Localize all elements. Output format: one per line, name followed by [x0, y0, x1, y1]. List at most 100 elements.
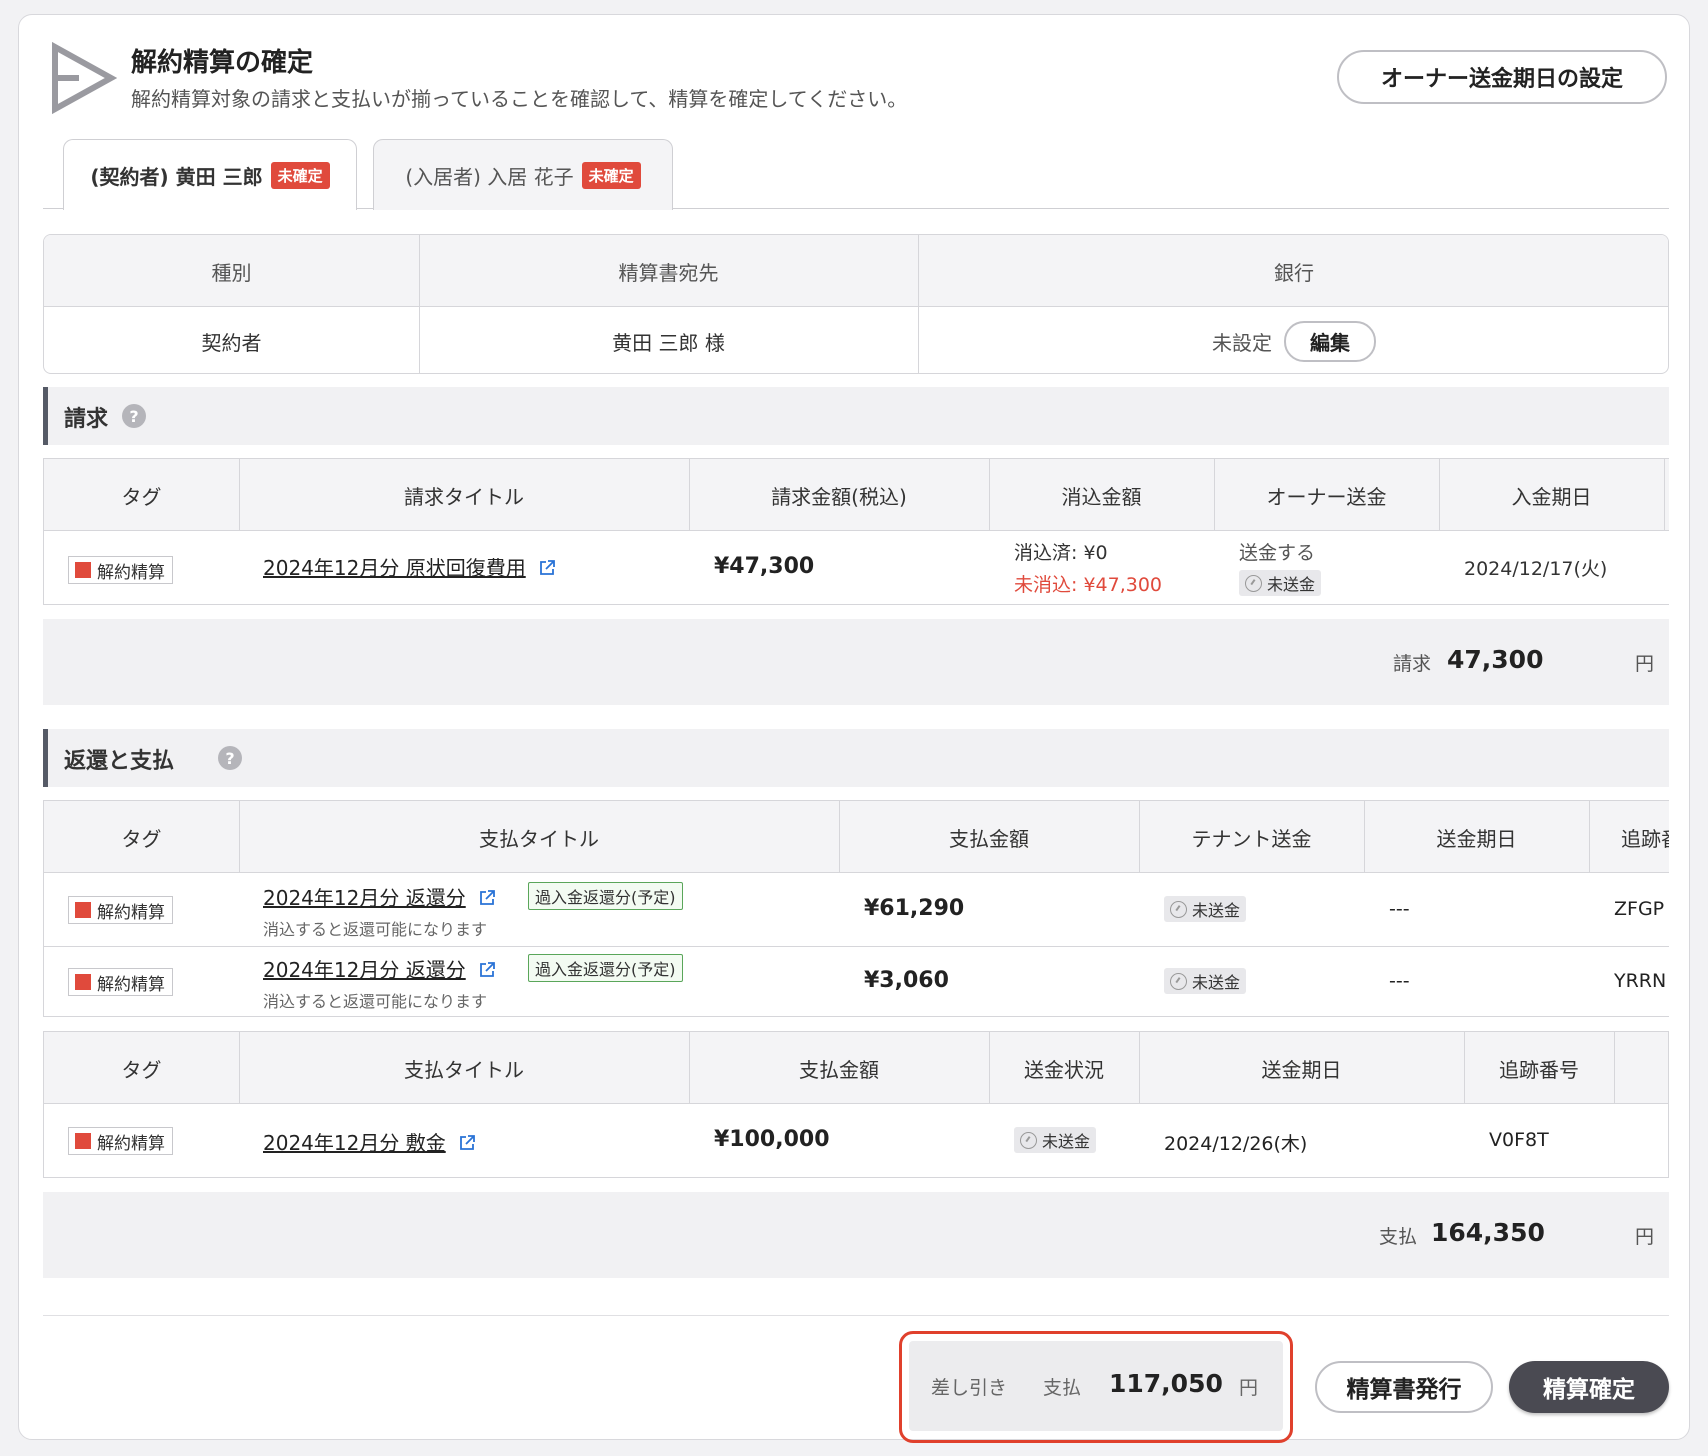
- billing-total-label: 請求: [1393, 653, 1432, 675]
- payment-total-value: 164,350: [1431, 1218, 1545, 1247]
- header-remittance-date: 送金期日: [1436, 826, 1517, 851]
- yen-unit: 円: [1635, 653, 1655, 675]
- confirm-settlement-button[interactable]: 精算確定: [1509, 1361, 1669, 1413]
- header-billing-title: 請求タイトル: [404, 484, 524, 509]
- overpayment-refund-badge: 過入金返還分(予定): [528, 954, 683, 982]
- refund-title-link[interactable]: 2024年12月分 返還分: [263, 882, 496, 911]
- payment-amount: ¥100,000: [714, 1127, 830, 1152]
- table-row: 解約精算 2024年12月分 返還分 過入金返還分(予定) 消込すると返還可能に…: [44, 947, 1669, 1016]
- clock-icon: [1170, 972, 1187, 990]
- header-payment-amount: 支払金額: [799, 1057, 879, 1082]
- tracking-number: ZFGP: [1614, 898, 1665, 920]
- refund-title-link[interactable]: 2024年12月分 返還分: [263, 954, 496, 983]
- tab-contractor[interactable]: (契約者) 黄田 三郎 未確定: [63, 139, 357, 210]
- billing-amount: ¥47,300: [714, 554, 815, 579]
- header-tag: タグ: [121, 484, 162, 509]
- tag-chip: 解約精算: [68, 968, 173, 996]
- payment-amount: ¥61,290: [864, 896, 965, 921]
- header-payment-amount: 支払金額: [949, 826, 1029, 851]
- header-remittance-status: 送金状況: [1024, 1057, 1104, 1082]
- issue-statement-button[interactable]: 精算書発行: [1315, 1361, 1493, 1413]
- table-row: 解約精算 2024年12月分 原状回復費用 ¥47,300 消込済: ¥0 未消…: [44, 532, 1669, 604]
- unconfirmed-badge: 未確定: [581, 161, 641, 189]
- yen-unit: 円: [1239, 1377, 1259, 1399]
- owner-remittance-status: 未送金: [1239, 570, 1322, 596]
- owner-remittance-date-button[interactable]: オーナー送金期日の設定: [1337, 50, 1667, 104]
- header-tenant-remittance: テナント送金: [1191, 826, 1312, 851]
- table-row: 解約精算 2024年12月分 返還分 過入金返還分(予定) 消込すると返還可能に…: [44, 874, 1669, 946]
- header-remittance-date: 送金期日: [1261, 1057, 1342, 1082]
- help-icon[interactable]: ?: [218, 746, 242, 770]
- remittance-date: ---: [1389, 970, 1410, 992]
- footer-divider: [43, 1315, 1669, 1316]
- refund-section-header: 返還と支払 ?: [43, 729, 1669, 787]
- owner-send-label: 送金する: [1239, 542, 1316, 564]
- remittance-date: ---: [1389, 898, 1410, 920]
- billing-title-link[interactable]: 2024年12月分 原状回復費用: [263, 552, 556, 581]
- external-link-icon: [460, 1135, 475, 1150]
- clock-icon: [1020, 1131, 1037, 1149]
- settlement-card: 解約精算の確定 解約精算対象の請求と支払いが揃っていることを確認して、精算を確定…: [18, 14, 1690, 1443]
- external-link-icon: [540, 560, 555, 575]
- billing-table: タグ 請求タイトル 請求金額(税込) 消込金額 オーナー送金 入金期日 解約精算…: [43, 458, 1669, 605]
- help-icon[interactable]: ?: [122, 404, 146, 428]
- edit-bank-button[interactable]: 編集: [1284, 320, 1376, 362]
- clock-icon: [1170, 900, 1187, 918]
- tenant-remittance-status: 未送金: [1164, 968, 1247, 994]
- deposit-title-link[interactable]: 2024年12月分 敷金: [263, 1127, 476, 1156]
- tab-label: (契約者) 黄田 三郎: [90, 164, 263, 189]
- billing-section-title: 請求: [64, 407, 109, 432]
- tracking-number: V0F8T: [1489, 1129, 1549, 1151]
- header-billing-amount: 請求金額(税込): [771, 484, 907, 509]
- info-table: 種別 精算書宛先 銀行 契約者 黄田 三郎 様 未設定 編集: [43, 234, 1669, 374]
- tracking-number: YRRN: [1614, 970, 1667, 992]
- overpayment-refund-badge: 過入金返還分(予定): [528, 882, 683, 910]
- tab-label: (入居者) 入居 花子: [405, 164, 574, 189]
- recipient-value: 黄田 三郎 様: [612, 330, 725, 355]
- difference-summary: 差し引き 支払 117,050 円: [909, 1341, 1283, 1431]
- payment-total-label: 支払: [1379, 1226, 1418, 1248]
- payment-amount: ¥3,060: [864, 968, 949, 993]
- tab-resident[interactable]: (入居者) 入居 花子 未確定: [373, 139, 673, 210]
- difference-type: 支払: [1043, 1377, 1082, 1399]
- header-tag: タグ: [121, 1057, 162, 1082]
- refund-note: 消込すると返還可能になります: [263, 920, 488, 939]
- header-recipient: 精算書宛先: [618, 260, 719, 285]
- unconfirmed-badge: 未確定: [270, 161, 330, 189]
- header-cleared-amount: 消込金額: [1061, 484, 1142, 509]
- tag-chip: 解約精算: [68, 556, 173, 584]
- header-owner-remittance: オーナー送金: [1266, 484, 1387, 509]
- header-bank: 銀行: [1274, 260, 1314, 285]
- difference-value: 117,050: [1109, 1369, 1223, 1398]
- refund-note: 消込すると返還可能になります: [263, 992, 488, 1011]
- clock-icon: [1245, 574, 1262, 592]
- external-link-icon: [480, 890, 495, 905]
- deposit-table: タグ 支払タイトル 支払金額 送金状況 送金期日 追跡番号 解約精算 2024年…: [43, 1031, 1669, 1178]
- bank-cell: 未設定 編集: [918, 307, 1668, 373]
- header-tracking-number: 追跡番号: [1499, 1057, 1579, 1082]
- header-type: 種別: [211, 260, 252, 285]
- billing-due-date: 2024/12/17(火): [1464, 558, 1608, 580]
- bank-value: 未設定: [1212, 330, 1272, 355]
- header-due-date: 入金期日: [1511, 484, 1592, 509]
- cleared-amount: 消込済: ¥0: [1014, 542, 1108, 564]
- payment-total-bar: 支払 164,350 円: [43, 1192, 1669, 1278]
- uncleared-amount: 未消込: ¥47,300: [1014, 574, 1163, 596]
- remittance-status: 未送金: [1014, 1127, 1097, 1153]
- difference-label: 差し引き: [931, 1377, 1008, 1399]
- type-value: 契約者: [201, 330, 262, 355]
- tag-chip: 解約精算: [68, 1127, 173, 1155]
- refund-table: タグ 支払タイトル 支払金額 テナント送金 送金期日 追跡番 解約精算 2024…: [43, 800, 1669, 1017]
- yen-unit: 円: [1635, 1226, 1655, 1248]
- table-row: 解約精算 2024年12月分 敷金 ¥100,000 未送金 2024/12/2…: [44, 1105, 1668, 1177]
- remittance-date: 2024/12/26(木): [1164, 1133, 1308, 1155]
- header-payment-title: 支払タイトル: [479, 826, 599, 851]
- page-subtitle: 解約精算対象の請求と支払いが揃っていることを確認して、精算を確定してください。: [131, 87, 908, 111]
- tag-chip: 解約精算: [68, 896, 173, 924]
- header-tag: タグ: [121, 826, 162, 851]
- header-tracking: 追跡番: [1621, 826, 1669, 851]
- tenant-remittance-status: 未送金: [1164, 896, 1247, 922]
- billing-total-value: 47,300: [1447, 645, 1544, 674]
- billing-section-header: 請求 ?: [43, 387, 1669, 445]
- play-flow-icon: [52, 41, 117, 115]
